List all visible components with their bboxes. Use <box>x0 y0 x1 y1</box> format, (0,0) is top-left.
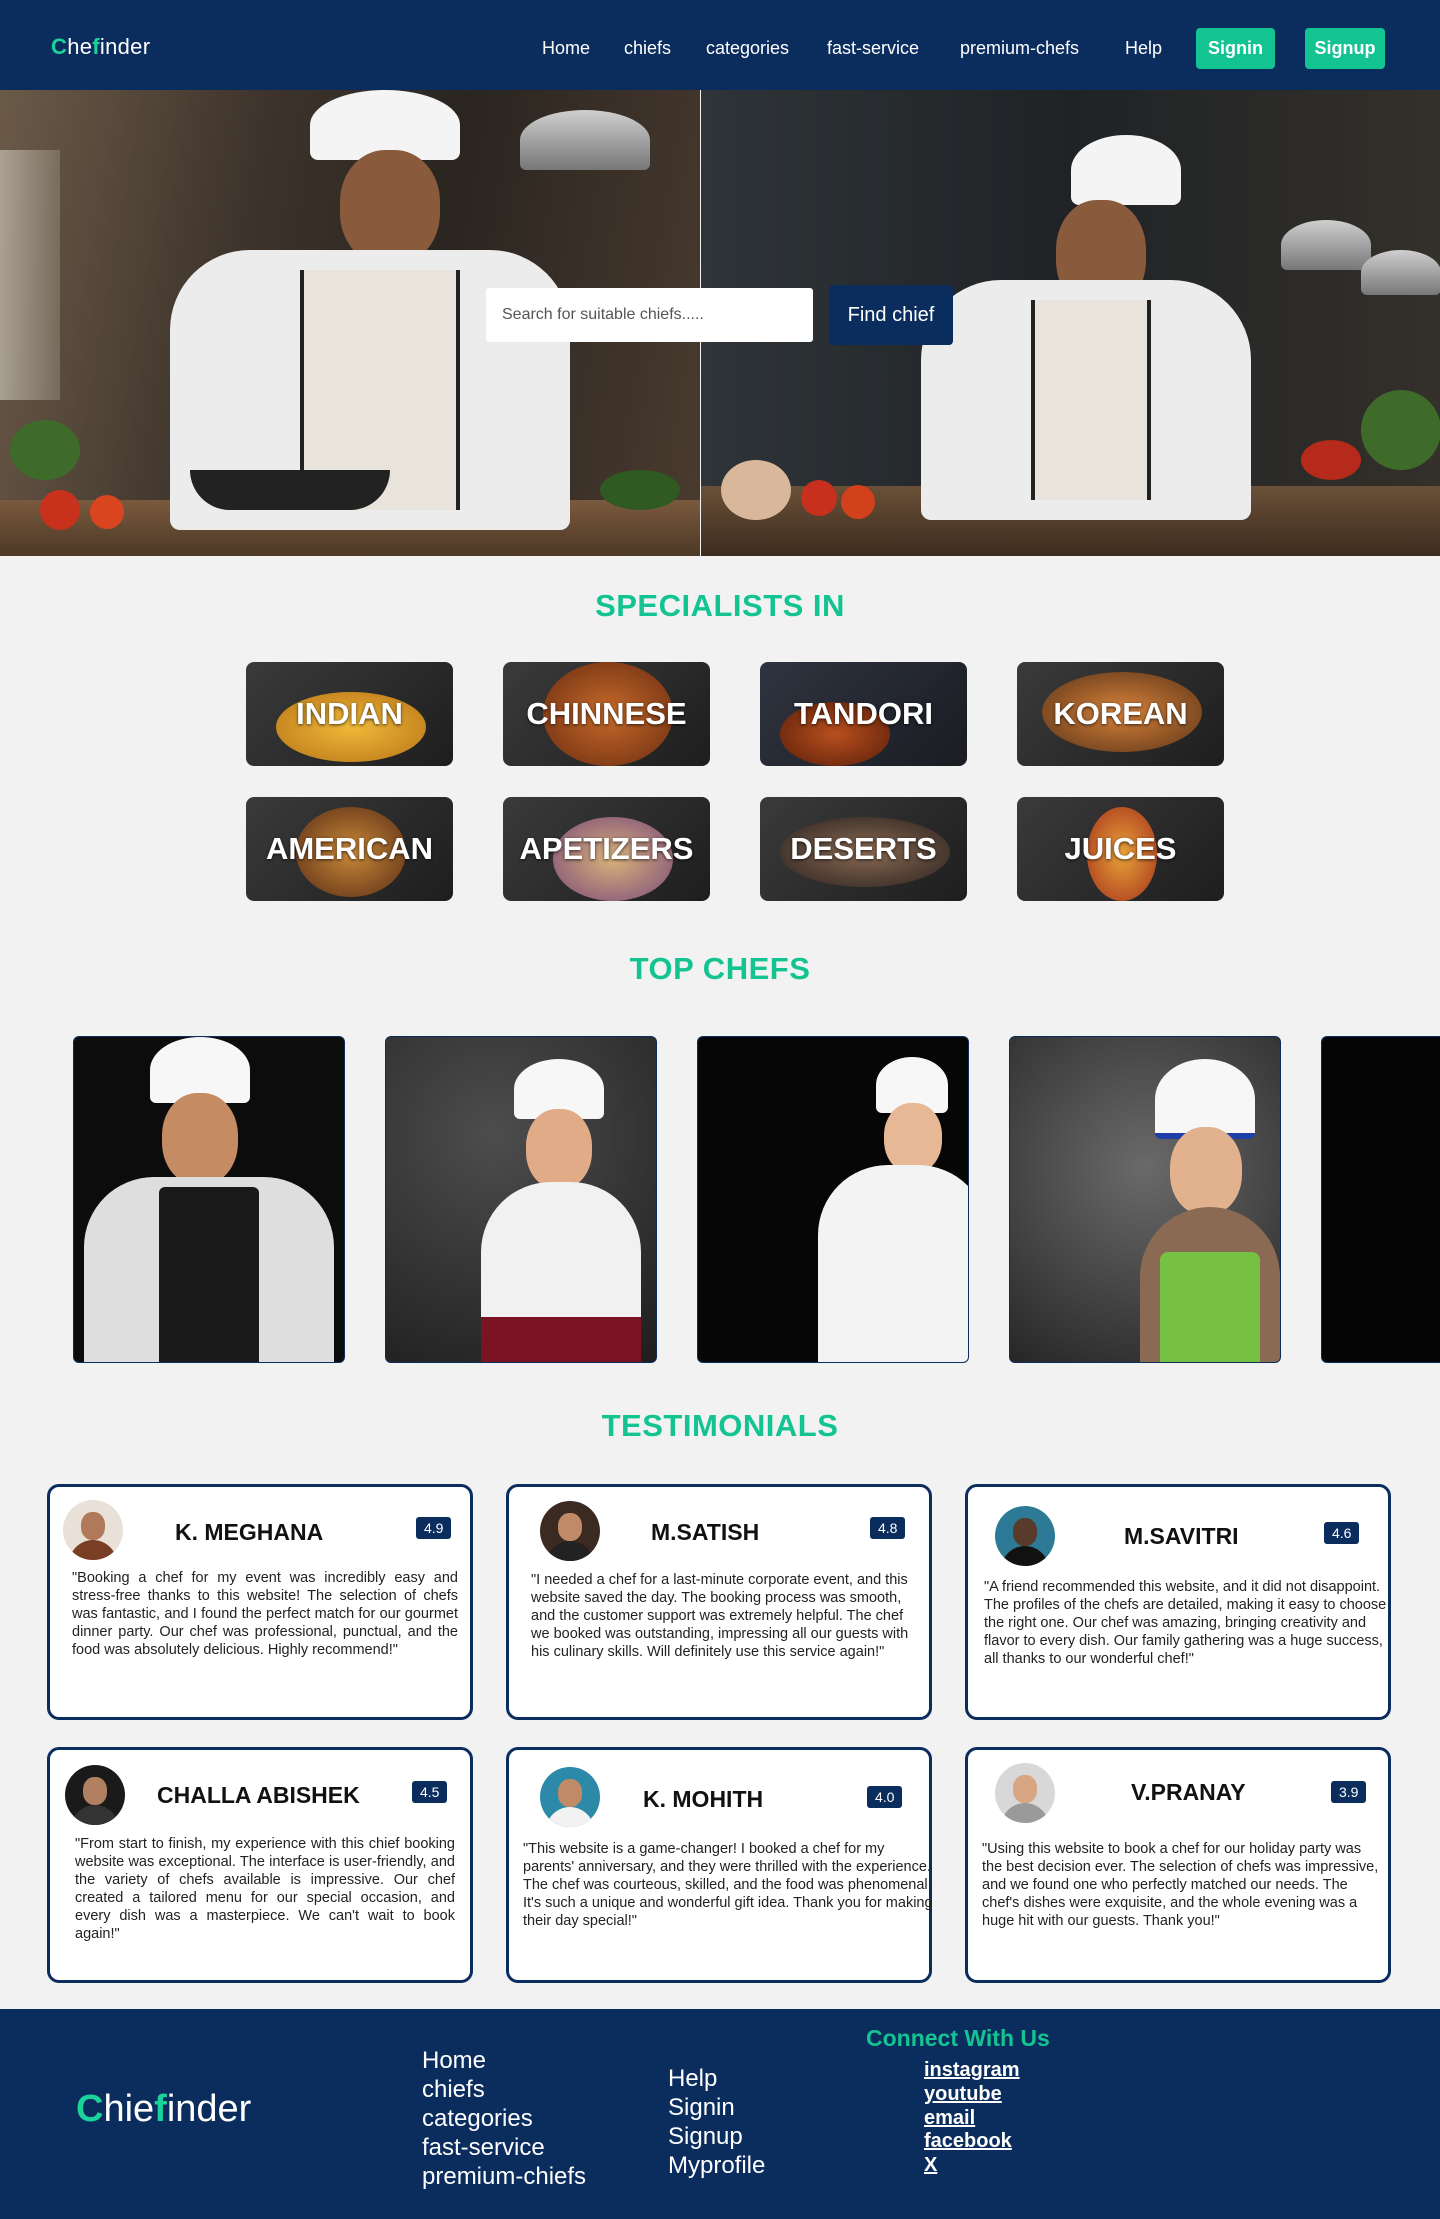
footer-link-chiefs[interactable]: chiefs <box>422 2075 485 2104</box>
testimonial-card: M.SATISH 4.8 "I needed a chef for a last… <box>506 1484 932 1720</box>
nav-link-help[interactable]: Help <box>1125 38 1162 59</box>
footer-link-fast-service[interactable]: fast-service <box>422 2133 545 2162</box>
footer-link-signup[interactable]: Signup <box>668 2122 743 2151</box>
connect-title: Connect With Us <box>866 2025 1050 2051</box>
avatar <box>540 1501 600 1561</box>
social-link-email[interactable]: email <box>924 2107 975 2130</box>
category-indian[interactable]: INDIAN <box>246 662 453 766</box>
category-korean[interactable]: KOREAN <box>1017 662 1224 766</box>
testimonials-title: TESTIMONIALS <box>601 1408 839 1443</box>
nav-link-fast-service[interactable]: fast-service <box>827 38 919 59</box>
footer-link-categories[interactable]: categories <box>422 2104 533 2133</box>
social-link-x[interactable]: X <box>924 2154 937 2177</box>
category-juices[interactable]: JUICES <box>1017 797 1224 901</box>
footer-link-help[interactable]: Help <box>668 2064 717 2093</box>
signin-button[interactable]: Signin <box>1196 28 1275 69</box>
testimonial-name: M.SATISH <box>651 1519 760 1545</box>
avatar <box>65 1765 125 1825</box>
testimonial-text: "Using this website to book a chef for o… <box>982 1841 1379 1929</box>
rating-badge: 4.6 <box>1324 1522 1360 1544</box>
top-chef-card[interactable] <box>1009 1036 1281 1363</box>
footer-link-home[interactable]: Home <box>422 2046 486 2075</box>
category-label: CHINNESE <box>526 696 687 731</box>
category-label: AMERICAN <box>265 831 434 866</box>
testimonial-text: "A friend recommended this website, and … <box>984 1579 1387 1667</box>
footer-link-signin[interactable]: Signin <box>668 2093 735 2122</box>
avatar <box>63 1500 123 1560</box>
find-chief-button[interactable]: Find chief <box>829 285 953 345</box>
footer-link-premium-chiefs[interactable]: premium-chiefs <box>422 2162 586 2191</box>
testimonial-card: V.PRANAY 3.9 "Using this website to book… <box>965 1747 1391 1983</box>
social-link-youtube[interactable]: youtube <box>924 2083 1002 2106</box>
category-label: TANDORI <box>794 696 933 731</box>
footer-link-myprofile[interactable]: Myprofile <box>668 2151 765 2180</box>
category-label: INDIAN <box>296 696 403 731</box>
rating-badge: 4.5 <box>412 1781 448 1803</box>
specialists-title: SPECIALISTS IN <box>595 588 845 623</box>
search-input[interactable] <box>486 288 813 342</box>
testimonial-card: K. MEGHANA 4.9 "Booking a chef for my ev… <box>47 1484 473 1720</box>
nav-link-home[interactable]: Home <box>542 38 590 59</box>
testimonial-text: "I needed a chef for a last-minute corpo… <box>531 1572 909 1660</box>
rating-badge: 3.9 <box>1331 1781 1367 1803</box>
top-chef-card[interactable] <box>697 1036 969 1363</box>
testimonial-name: CHALLA ABISHEK <box>157 1782 360 1808</box>
testimonial-text: "This website is a game-changer! I booke… <box>523 1841 933 1929</box>
social-link-instagram[interactable]: instagram <box>924 2059 1020 2082</box>
footer-logo[interactable]: Chiefinder <box>76 2088 251 2131</box>
avatar <box>995 1763 1055 1823</box>
social-link-facebook[interactable]: facebook <box>924 2130 1012 2153</box>
category-label: DESERTS <box>790 831 937 866</box>
site-logo[interactable]: Chefinder <box>51 34 150 60</box>
testimonial-card: M.SAVITRI 4.6 "A friend recommended this… <box>965 1484 1391 1720</box>
category-american[interactable]: AMERICAN <box>246 797 453 901</box>
category-label: KOREAN <box>1053 696 1188 731</box>
rating-badge: 4.8 <box>870 1517 906 1539</box>
nav-link-chiefs[interactable]: chiefs <box>624 38 671 59</box>
top-chef-card[interactable] <box>73 1036 345 1363</box>
category-label: APETIZERS <box>519 831 694 866</box>
avatar <box>540 1767 600 1827</box>
top-chef-card[interactable] <box>1321 1036 1440 1363</box>
category-chinnese[interactable]: CHINNESE <box>503 662 710 766</box>
rating-badge: 4.9 <box>416 1517 452 1539</box>
top-chef-card[interactable] <box>385 1036 657 1363</box>
nav-link-categories[interactable]: categories <box>706 38 789 59</box>
category-apetizers[interactable]: APETIZERS <box>503 797 710 901</box>
testimonial-text: "Booking a chef for my event was incredi… <box>72 1570 458 1658</box>
category-deserts[interactable]: DESERTS <box>760 797 967 901</box>
testimonial-name: M.SAVITRI <box>1124 1523 1239 1549</box>
signup-button[interactable]: Signup <box>1305 28 1385 69</box>
testimonial-name: K. MOHITH <box>643 1786 764 1812</box>
category-label: JUICES <box>1064 831 1177 866</box>
avatar <box>995 1506 1055 1566</box>
testimonial-card: K. MOHITH 4.0 "This website is a game-ch… <box>506 1747 933 1983</box>
testimonial-text: "From start to finish, my experience wit… <box>75 1836 455 1942</box>
rating-badge: 4.0 <box>867 1786 903 1808</box>
testimonial-name: K. MEGHANA <box>175 1519 324 1545</box>
testimonial-card: CHALLA ABISHEK 4.5 "From start to finish… <box>47 1747 473 1983</box>
top-chefs-title: TOP CHEFS <box>629 951 811 986</box>
testimonial-name: V.PRANAY <box>1131 1779 1246 1805</box>
category-tandori[interactable]: TANDORI <box>760 662 967 766</box>
nav-link-premium-chefs[interactable]: premium-chefs <box>960 38 1079 59</box>
